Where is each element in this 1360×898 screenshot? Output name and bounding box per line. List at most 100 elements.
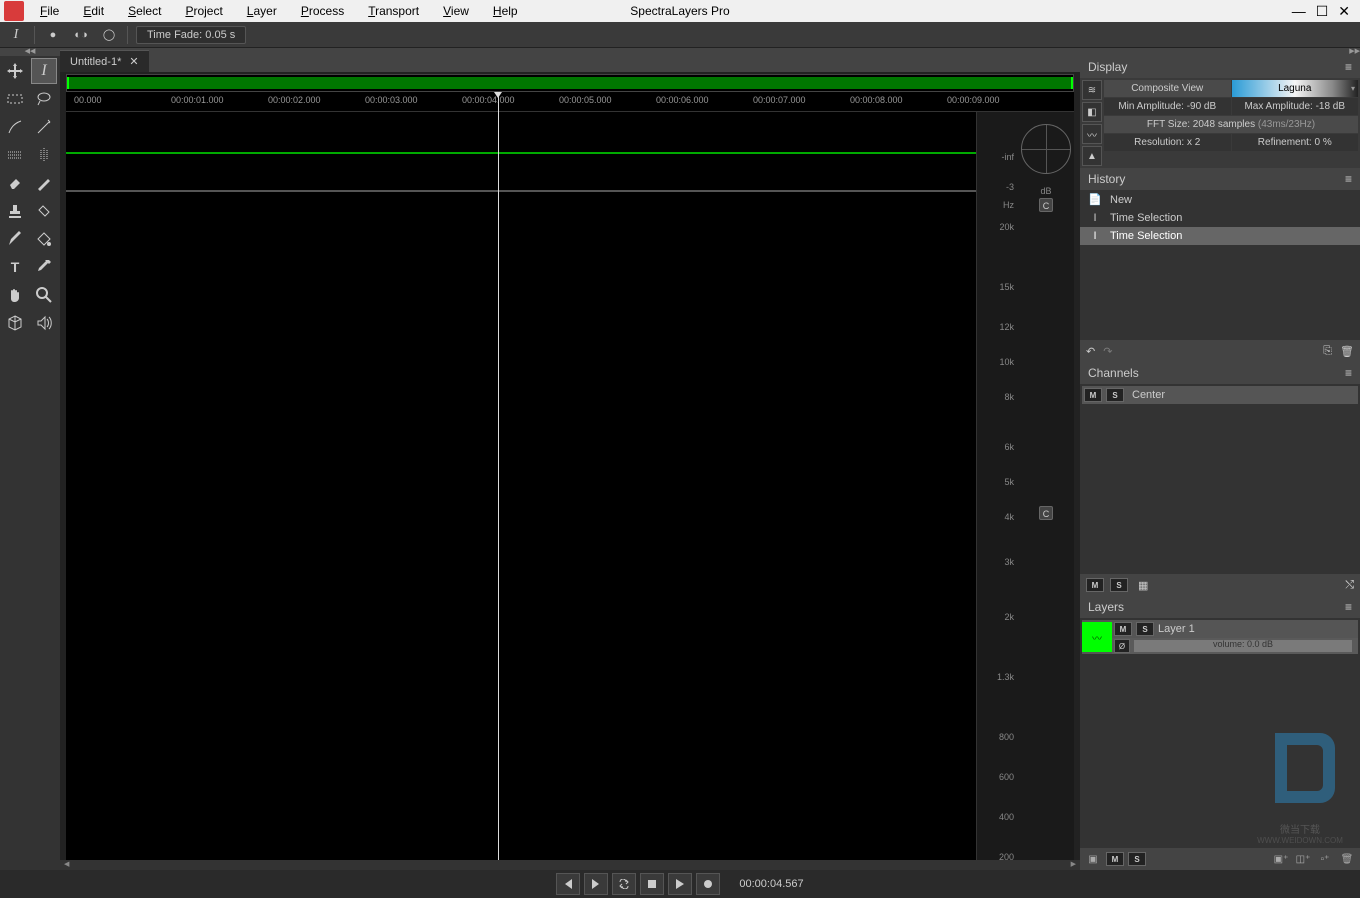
mode-double-icon[interactable]: ◐◑ (71, 25, 91, 45)
solo-all-button[interactable]: S (1110, 578, 1128, 592)
stamp-tool[interactable] (2, 198, 28, 224)
minimize-button[interactable]: — (1292, 3, 1306, 20)
composite-view-button[interactable]: Composite View (1104, 80, 1231, 97)
undo-icon[interactable]: ↶ (1086, 345, 1095, 358)
scroll-bar[interactable]: ◀▶ (60, 860, 1080, 870)
channel-badge-2[interactable]: C (1039, 506, 1053, 520)
history-panel-header[interactable]: History≡ (1080, 168, 1360, 190)
menu-layer[interactable]: Layer (235, 4, 289, 18)
menu-icon[interactable]: ≡ (1345, 172, 1352, 186)
view-toggle-icon[interactable]: ▣ (1084, 851, 1102, 867)
menu-process[interactable]: Process (289, 4, 356, 18)
rect-select-tool[interactable] (2, 86, 28, 112)
mode-outline-icon[interactable]: ◯ (99, 25, 119, 45)
layer-thumbnail[interactable]: 〰 (1082, 622, 1112, 652)
playhead[interactable] (498, 92, 499, 860)
layer-name[interactable]: Layer 1 (1158, 623, 1195, 635)
display-wave-icon[interactable]: 〰 (1082, 124, 1102, 144)
mute-all-button[interactable]: M (1086, 578, 1104, 592)
history-item[interactable]: ITime Selection (1080, 227, 1360, 245)
heal-tool[interactable] (31, 198, 57, 224)
timeline-overview[interactable] (66, 74, 1074, 92)
group-icon[interactable]: ▦ (1138, 579, 1148, 592)
color-scheme-dropdown[interactable]: Laguna▾ (1232, 80, 1359, 97)
time-ruler[interactable]: 00.00000:00:01.00000:00:02.00000:00:03.0… (66, 92, 1074, 112)
menu-project[interactable]: Project (173, 4, 234, 18)
stop-button[interactable] (640, 873, 664, 895)
cube-tool[interactable] (2, 310, 28, 336)
speaker-tool[interactable] (31, 310, 57, 336)
hand-tool[interactable] (2, 282, 28, 308)
add-layer-icon[interactable]: ◫⁺ (1294, 851, 1312, 867)
mute-button[interactable]: M (1084, 388, 1102, 402)
menu-help[interactable]: Help (481, 4, 530, 18)
draw-tool[interactable] (31, 170, 57, 196)
move-tool[interactable] (2, 58, 28, 84)
spectrogram-canvas[interactable] (66, 112, 976, 860)
delete-icon[interactable]: 🗑 (1340, 345, 1354, 358)
display-panel-header[interactable]: Display≡ (1080, 56, 1360, 78)
record-button[interactable] (696, 873, 720, 895)
group-layer-icon[interactable]: ▣⁺ (1272, 851, 1290, 867)
phase-scope[interactable] (1021, 124, 1071, 174)
maximize-button[interactable]: ☐ (1316, 3, 1329, 20)
zoom-tool[interactable] (31, 282, 57, 308)
play-button[interactable] (668, 873, 692, 895)
panel-collapse[interactable]: ▶▶ (1080, 48, 1360, 56)
menu-edit[interactable]: Edit (71, 4, 116, 18)
harmonic-tool[interactable] (2, 142, 28, 168)
menu-icon[interactable]: ≡ (1345, 60, 1352, 74)
layer-mute-button[interactable]: M (1114, 622, 1132, 636)
go-end-button[interactable] (584, 873, 608, 895)
display-layers-icon[interactable]: ≋ (1082, 80, 1102, 100)
min-amplitude-field[interactable]: Min Amplitude: -90 dB (1104, 98, 1231, 115)
menu-icon[interactable]: ≡ (1345, 600, 1352, 614)
solo-button[interactable]: S (1106, 388, 1124, 402)
mute-all-layers[interactable]: M (1106, 852, 1124, 866)
menu-file[interactable]: File (28, 4, 71, 18)
toolbox-collapse[interactable]: ◀◀ (0, 48, 60, 56)
text-tool[interactable]: T (2, 254, 28, 280)
layer-row[interactable]: 〰 M S Layer 1 Ø volume: 0.0 dB (1082, 620, 1358, 654)
delete-layer-icon[interactable]: 🗑 (1338, 851, 1356, 867)
brush-select-tool[interactable] (2, 114, 28, 140)
display-spec-icon[interactable]: ▲ (1082, 146, 1102, 166)
mode-single-icon[interactable]: ● (43, 25, 63, 45)
display-contrast-icon[interactable]: ◧ (1082, 102, 1102, 122)
channel-row[interactable]: M S Center (1082, 386, 1358, 404)
frequency-ruler[interactable]: -inf -3 Hz 20k15k12k10k8k6k5k4k3k2k1.3k8… (976, 112, 1018, 860)
duplicate-icon[interactable]: ⎘ (1323, 345, 1332, 358)
shuffle-icon[interactable]: ⤭ (1345, 579, 1354, 592)
fft-size-field[interactable]: FFT Size: 2048 samples (43ms/23Hz) (1104, 116, 1358, 133)
loop-button[interactable] (612, 873, 636, 895)
eyedropper-tool[interactable] (31, 254, 57, 280)
channel-badge[interactable]: C (1039, 198, 1053, 212)
layer-solo-button[interactable]: S (1136, 622, 1154, 636)
channels-panel-header[interactable]: Channels≡ (1080, 362, 1360, 384)
time-selection-tool[interactable]: I (31, 58, 57, 84)
wand-tool[interactable] (31, 114, 57, 140)
redo-icon[interactable]: ↷ (1103, 345, 1112, 358)
history-item[interactable]: ITime Selection (1080, 209, 1360, 227)
volume-slider[interactable]: volume: 0.0 dB (1134, 640, 1352, 652)
layers-panel-header[interactable]: Layers≡ (1080, 596, 1360, 618)
phase-button[interactable]: Ø (1114, 639, 1130, 653)
solo-all-layers[interactable]: S (1128, 852, 1146, 866)
history-item[interactable]: 📄New (1080, 190, 1360, 209)
document-tab[interactable]: Untitled-1* ✕ (60, 50, 149, 72)
refinement-field[interactable]: Refinement: 0 % (1232, 134, 1359, 151)
menu-select[interactable]: Select (116, 4, 173, 18)
time-fade-display[interactable]: Time Fade: 0.05 s (136, 26, 246, 44)
lasso-tool[interactable] (31, 86, 57, 112)
menu-icon[interactable]: ≡ (1345, 366, 1352, 380)
pen-tool[interactable] (2, 226, 28, 252)
menu-view[interactable]: View (431, 4, 481, 18)
resolution-field[interactable]: Resolution: x 2 (1104, 134, 1231, 151)
go-start-button[interactable] (556, 873, 580, 895)
menu-transport[interactable]: Transport (356, 4, 431, 18)
max-amplitude-field[interactable]: Max Amplitude: -18 dB (1232, 98, 1359, 115)
close-button[interactable]: ✕ (1338, 3, 1350, 20)
freq-tool[interactable] (31, 142, 57, 168)
tab-close-icon[interactable]: ✕ (129, 55, 138, 68)
eraser-tool[interactable] (2, 170, 28, 196)
